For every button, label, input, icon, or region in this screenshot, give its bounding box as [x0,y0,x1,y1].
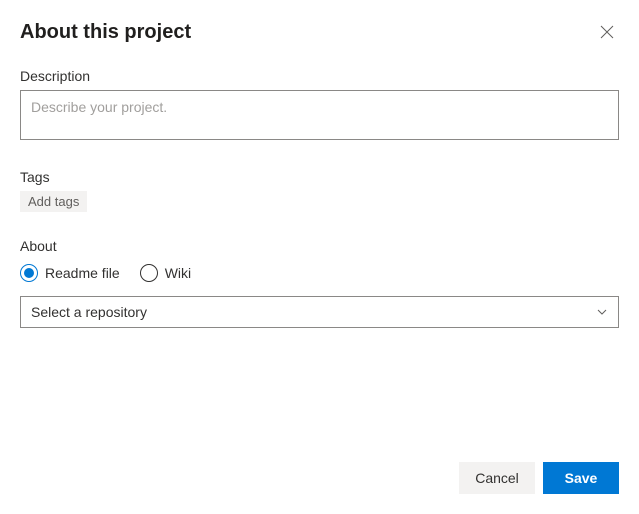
radio-circle-icon [140,264,158,282]
repository-select[interactable]: Select a repository [20,296,619,328]
radio-wiki[interactable]: Wiki [140,264,191,282]
close-button[interactable] [595,20,619,44]
radio-circle-icon [20,264,38,282]
dropdown-placeholder: Select a repository [31,304,147,320]
radio-readme[interactable]: Readme file [20,264,120,282]
radio-wiki-label: Wiki [165,265,191,281]
radio-readme-label: Readme file [45,265,120,281]
about-label: About [20,238,619,254]
chevron-down-icon [596,306,608,318]
dialog-title: About this project [20,21,191,44]
close-icon [600,25,614,39]
tags-label: Tags [20,169,619,185]
description-label: Description [20,68,619,84]
cancel-button[interactable]: Cancel [459,462,535,494]
description-input[interactable] [20,90,619,140]
save-button[interactable]: Save [543,462,619,494]
add-tags-button[interactable]: Add tags [20,191,87,212]
